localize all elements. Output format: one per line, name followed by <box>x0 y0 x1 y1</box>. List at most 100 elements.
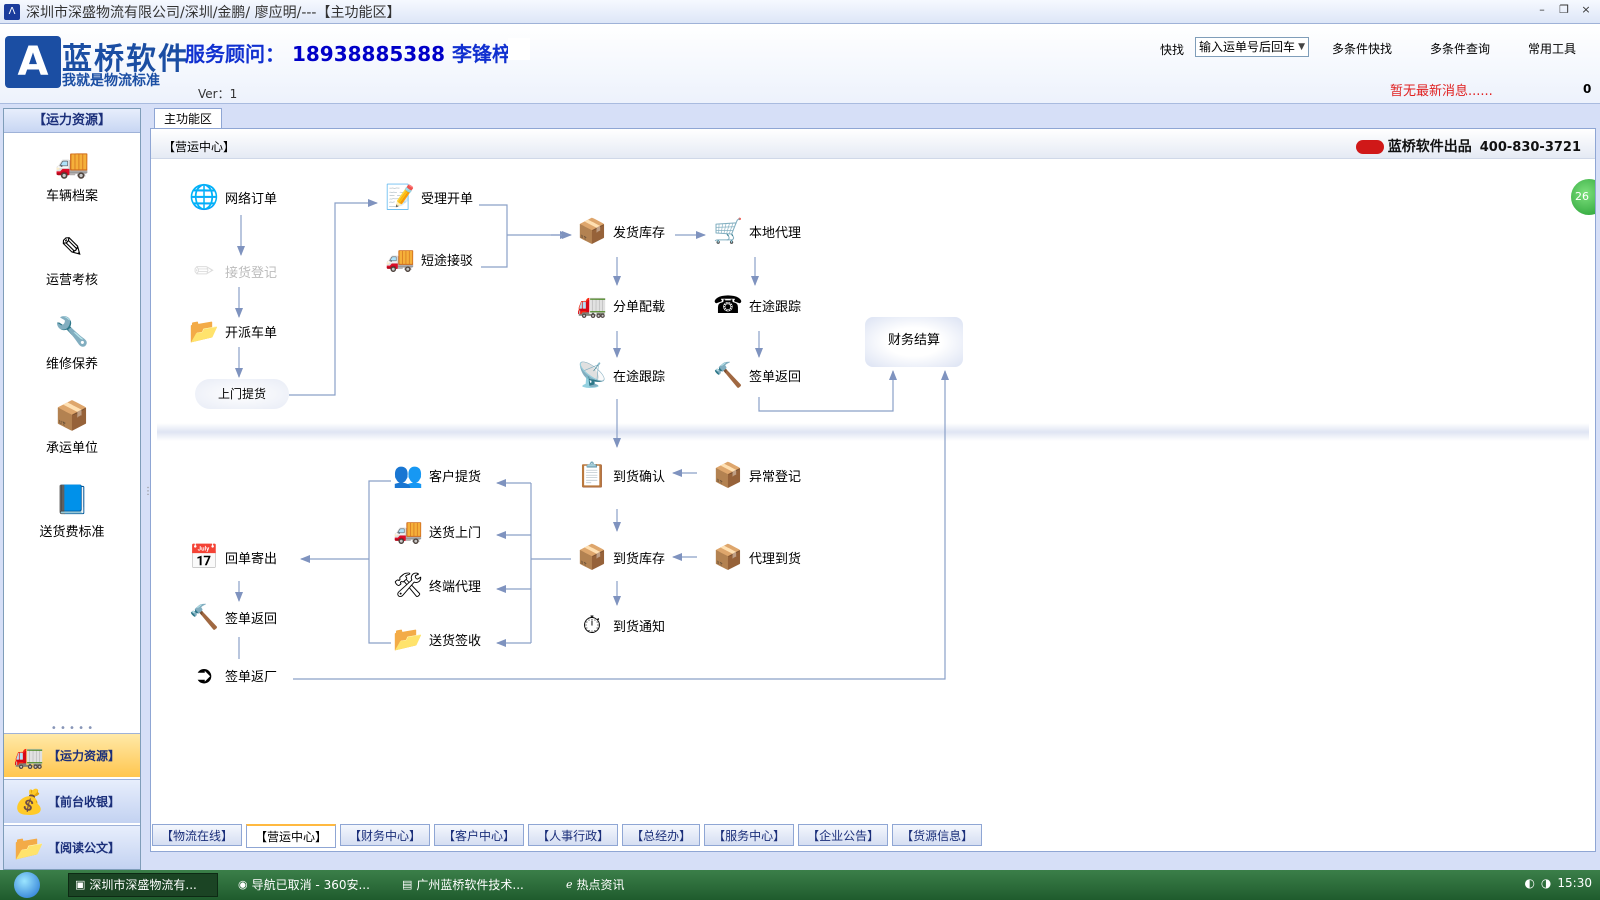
flow-node-sign-return-factory[interactable]: ➲ 签单返厂 <box>187 659 277 691</box>
flow-node-receiving-registration: ✏ 接货登记 <box>187 255 277 287</box>
flow-node-transit-tracking-satellite[interactable]: 📡 在途跟踪 <box>575 359 665 391</box>
flow-node-agent-arrival[interactable]: 📦 代理到货 <box>711 541 801 573</box>
message-count: 0 <box>1583 82 1592 96</box>
service-consultant: 服务顾问： 18938885388 李锋梓 <box>185 38 512 67</box>
truck-icon: 🚚 <box>54 147 90 180</box>
calendar-clock-icon: 📅 <box>189 543 219 571</box>
tab-finance-center[interactable]: 【财务中心】 <box>340 824 431 846</box>
flow-node-transit-tracking-phone[interactable]: ☎ 在途跟踪 <box>711 289 801 321</box>
taskbar-item-app[interactable]: ▣ 深圳市深盛物流有... <box>68 873 218 897</box>
flow-node-terminal-agent[interactable]: 🛠 终端代理 <box>391 569 481 601</box>
folder-icon: 📂 <box>393 625 423 653</box>
ie-icon: ℯ <box>566 878 573 891</box>
pencil-icon: ✎ <box>60 231 84 264</box>
people-icon: 👥 <box>393 461 423 489</box>
sidebar-item-operation-review[interactable]: ✎ 运营考核 <box>4 231 140 288</box>
flow-node-accept-order[interactable]: 📝 受理开单 <box>383 181 473 213</box>
sidebar-splitter[interactable]: ⋮ <box>142 108 153 870</box>
nav-label: 【阅读公文】 <box>48 841 121 855</box>
maximize-button[interactable]: ❐ <box>1556 3 1572 17</box>
tab-operations-center[interactable]: 【营运中心】 <box>246 824 337 848</box>
flow-node-label: 接货登记 <box>225 265 278 281</box>
box-icon: 📦 <box>577 217 607 245</box>
flow-node-shipping-stock[interactable]: 📦 发货库存 <box>575 215 665 247</box>
tab-customer-center[interactable]: 【客户中心】 <box>434 824 525 846</box>
pallet-jack-icon: 🛠 <box>392 571 424 599</box>
flow-node-sign-return-top[interactable]: 🔨 签单返回 <box>711 359 801 391</box>
sidebar-item-vehicle-archive[interactable]: 🚚 车辆档案 <box>4 147 140 204</box>
taskbar-item-news[interactable]: ℯ 热点资讯 <box>560 873 710 897</box>
flow-node-split-loading[interactable]: 🚛 分单配载 <box>575 289 665 321</box>
tab-cargo-source[interactable]: 【货源信息】 <box>892 824 983 846</box>
close-button[interactable]: × <box>1578 3 1594 17</box>
volume-icon[interactable]: ◑ <box>1541 876 1551 890</box>
flow-node-dispatch-order[interactable]: 📂 开派车单 <box>187 315 277 347</box>
chevron-down-icon[interactable]: ▼ <box>1298 38 1305 56</box>
waybill-search-input[interactable]: 输入运单号后回车 ▼ <box>1195 37 1309 57</box>
taskbar-item-folder[interactable]: ▤ 广州蓝桥软件技术... <box>396 873 546 897</box>
taskbar-item-browser[interactable]: ◉ 导航已取消 - 360安... <box>232 873 382 897</box>
folder-icon: 📂 <box>189 317 219 345</box>
flow-node-receipt-sent[interactable]: 📅 回单寄出 <box>187 541 277 573</box>
tab-company-notice[interactable]: 【企业公告】 <box>798 824 889 846</box>
tab-logistics-online[interactable]: 【物流在线】 <box>152 824 243 846</box>
flow-node-label: 在途跟踪 <box>749 299 802 315</box>
sidebar-item-label: 运营考核 <box>45 273 98 288</box>
flow-node-financial-settlement[interactable]: 财务结算 <box>865 317 963 367</box>
open-box-icon: 📦 <box>713 461 743 489</box>
flow-node-short-transfer[interactable]: 🚚 短途接驳 <box>383 243 473 275</box>
nav-capacity-resources[interactable]: 🚛 【运力资源】 <box>4 733 140 777</box>
flow-node-delivery-signoff[interactable]: 📂 送货签收 <box>391 623 481 655</box>
flow-node-door-pickup[interactable]: 上门提货 <box>195 379 289 409</box>
multi-quick-find-link[interactable]: 多条件快找 <box>1332 40 1392 57</box>
flow-node-label: 在途跟踪 <box>613 369 666 385</box>
flow-node-exception-registration[interactable]: 📦 异常登记 <box>711 459 801 491</box>
van-icon: 🚚 <box>393 517 423 545</box>
sidebar-title: 【运力资源】 <box>4 109 140 133</box>
minimize-button[interactable]: – <box>1534 3 1550 17</box>
start-button[interactable] <box>0 870 54 900</box>
flow-node-arrival-confirm[interactable]: 📋 到货确认 <box>575 459 665 491</box>
tab-service-center[interactable]: 【服务中心】 <box>704 824 795 846</box>
flow-node-online-order[interactable]: 🌐 网络订单 <box>187 181 277 213</box>
sidebar-item-maintenance[interactable]: 🔧 维修保养 <box>4 315 140 372</box>
sidebar-item-delivery-fee[interactable]: 📘 送货费标准 <box>4 483 140 540</box>
phone-icon: ☎ <box>713 291 743 319</box>
flow-node-arrival-notice[interactable]: ⏱ 到货通知 <box>575 609 665 641</box>
flow-node-label: 客户提货 <box>429 469 482 485</box>
clock[interactable]: 15:30 <box>1557 876 1592 890</box>
common-tools-link[interactable]: 常用工具 <box>1528 40 1576 57</box>
satellite-icon: 📡 <box>577 361 607 389</box>
blank-box <box>508 38 530 60</box>
flow-node-local-agent[interactable]: 🛒 本地代理 <box>711 215 801 247</box>
window-controls: – ❐ × <box>1534 3 1594 17</box>
consultant-phone: 18938885388 <box>291 42 446 66</box>
main-tab-strip: 主功能区 <box>150 106 1596 128</box>
flow-node-label: 受理开单 <box>421 191 474 207</box>
flow-node-customer-pickup[interactable]: 👥 客户提货 <box>391 459 481 491</box>
hammer-icon: 🔨 <box>189 603 219 631</box>
flow-node-label: 短途接驳 <box>421 253 474 269</box>
tab-hr-admin[interactable]: 【人事行政】 <box>528 824 619 846</box>
sidebar-item-label: 承运单位 <box>45 441 98 456</box>
network-icon[interactable]: ◐ <box>1524 876 1534 890</box>
stopwatch-icon: ⏱ <box>582 611 602 639</box>
quick-find-label: 快找 <box>1160 43 1185 57</box>
flow-node-sign-return-bottom[interactable]: 🔨 签单返回 <box>187 601 277 633</box>
sidebar-item-label: 车辆档案 <box>45 189 98 204</box>
tab-main-function-area[interactable]: 主功能区 <box>154 108 222 128</box>
folder-icon: 📂 <box>14 833 44 862</box>
flow-node-label: 发货库存 <box>613 225 666 241</box>
window-title: 深圳市深盛物流有限公司/深圳/金鹏/ 廖应明/---【主功能区】 <box>26 4 401 21</box>
arrow-circle-icon: ➲ <box>193 661 215 689</box>
sidebar-item-carrier[interactable]: 📦 承运单位 <box>4 399 140 456</box>
nav-front-cashier[interactable]: 💰 【前台收银】 <box>4 779 140 823</box>
edit-icon: 📝 <box>385 183 415 211</box>
flow-node-door-delivery[interactable]: 🚚 送货上门 <box>391 515 481 547</box>
flow-node-arrival-stock[interactable]: 📦 到货库存 <box>575 541 665 573</box>
nav-read-documents[interactable]: 📂 【阅读公文】 <box>4 825 140 869</box>
package-icon: 📦 <box>54 399 90 432</box>
tab-general-manager[interactable]: 【总经办】 <box>622 824 701 846</box>
news-ticker[interactable]: 暂无最新消息...... <box>1390 80 1493 99</box>
multi-query-link[interactable]: 多条件查询 <box>1430 40 1490 57</box>
